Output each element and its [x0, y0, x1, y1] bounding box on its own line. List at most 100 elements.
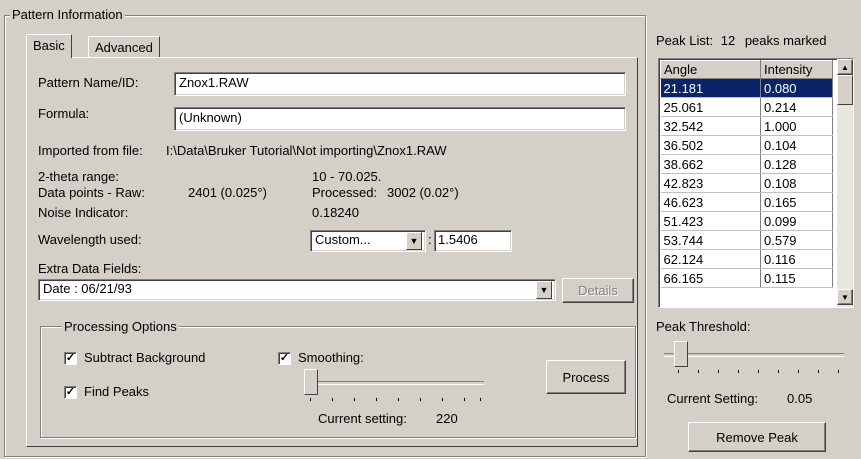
- peak-angle-cell: 25.061: [660, 97, 761, 117]
- subtract-background-checkbox[interactable]: ✓: [64, 352, 77, 365]
- scroll-up-button[interactable]: ▲: [837, 59, 853, 75]
- wavelength-dropdown-button[interactable]: ▼: [406, 232, 422, 250]
- peaks-marked-label: peaks marked: [744, 33, 827, 48]
- pattern-information-title: Pattern Information: [10, 7, 125, 22]
- peak-row[interactable]: 66.165 0.115: [660, 268, 833, 288]
- peak-count: 12: [720, 33, 736, 48]
- angle-column-header[interactable]: Angle: [660, 60, 761, 79]
- smoothing-tick: [310, 398, 311, 401]
- threshold-tick: [778, 370, 779, 373]
- chevron-down-icon: ▼: [409, 236, 419, 246]
- smoothing-slider-track: [304, 381, 484, 385]
- threshold-tick: [718, 370, 719, 373]
- scroll-down-button[interactable]: ▼: [837, 289, 853, 305]
- peak-angle-cell: 62.124: [660, 249, 761, 269]
- peak-row[interactable]: 38.662 0.128: [660, 154, 833, 174]
- peak-angle-cell: 66.165: [660, 268, 761, 288]
- noise-indicator-value: 0.18240: [312, 205, 359, 220]
- peak-row[interactable]: 21.181 0.080: [660, 78, 833, 98]
- formula-field[interactable]: (Unknown): [174, 107, 626, 131]
- threshold-current-label: Current Setting:: [667, 391, 759, 406]
- threshold-slider-thumb[interactable]: [674, 341, 688, 367]
- peak-row[interactable]: 46.623 0.165: [660, 192, 833, 212]
- threshold-tick: [798, 370, 799, 373]
- smoothing-tick: [480, 398, 481, 401]
- imported-from-value: I:\Data\Bruker Tutorial\Not importing\Zn…: [166, 143, 447, 158]
- smoothing-tick: [442, 398, 443, 401]
- data-points-label: Data points - Raw:: [38, 185, 145, 200]
- peak-row[interactable]: 51.423 0.099: [660, 211, 833, 231]
- smoothing-tick: [464, 398, 465, 401]
- peak-intensity-cell: 0.104: [760, 135, 833, 155]
- processing-options-title: Processing Options: [62, 319, 179, 334]
- subtract-background-label: Subtract Background: [84, 350, 206, 365]
- peak-intensity-cell: 1.000: [760, 116, 833, 136]
- peak-intensity-cell: 0.108: [760, 173, 833, 193]
- peak-list-header: Angle Intensity: [660, 60, 833, 79]
- tab-basic[interactable]: Basic: [26, 34, 72, 58]
- peak-row[interactable]: 36.502 0.104: [660, 135, 833, 155]
- threshold-tick: [678, 370, 679, 373]
- extra-data-select[interactable]: Date : 06/21/93: [38, 279, 556, 301]
- peak-list-label: Peak List: 12 peaks marked: [656, 33, 826, 49]
- intensity-column-header[interactable]: Intensity: [760, 60, 833, 79]
- extra-data-dropdown-button[interactable]: ▼: [536, 281, 552, 299]
- extra-data-select-value: Date : 06/21/93: [43, 281, 132, 296]
- peak-angle-cell: 53.744: [660, 230, 761, 250]
- imported-from-label: Imported from file:: [38, 143, 143, 158]
- current-setting-label: Current setting:: [318, 411, 407, 426]
- remove-peak-button[interactable]: Remove Peak: [688, 422, 826, 452]
- tab-advanced[interactable]: Advanced: [88, 36, 160, 58]
- two-theta-label: 2-theta range:: [38, 169, 119, 184]
- find-peaks-checkbox[interactable]: ✓: [64, 386, 77, 399]
- peak-intensity-cell: 0.099: [760, 211, 833, 231]
- peak-angle-cell: 51.423: [660, 211, 761, 231]
- smoothing-tick: [398, 398, 399, 401]
- process-button[interactable]: Process: [546, 360, 626, 394]
- peak-list-title: Peak List:: [656, 33, 714, 48]
- smoothing-tick: [332, 398, 333, 401]
- peak-row[interactable]: 42.823 0.108: [660, 173, 833, 193]
- chevron-up-icon: ▲: [841, 62, 849, 72]
- smoothing-tick: [354, 398, 355, 401]
- peak-intensity-cell: 0.165: [760, 192, 833, 212]
- smoothing-slider-thumb[interactable]: [304, 369, 318, 395]
- peak-intensity-cell: 0.080: [760, 78, 833, 98]
- pattern-name-field[interactable]: Znox1.RAW: [174, 72, 626, 96]
- wavelength-separator: :: [428, 232, 432, 247]
- threshold-tick: [838, 370, 839, 373]
- peak-intensity-cell: 0.214: [760, 97, 833, 117]
- peak-angle-cell: 38.662: [660, 154, 761, 174]
- chevron-down-icon: ▼: [841, 292, 849, 302]
- peak-angle-cell: 42.823: [660, 173, 761, 193]
- processed-label: Processed:: [312, 185, 378, 200]
- two-theta-value: 10 - 70.025.: [312, 169, 382, 184]
- peak-row[interactable]: 32.542 1.000: [660, 116, 833, 136]
- peak-row[interactable]: 53.744 0.579: [660, 230, 833, 250]
- peak-angle-cell: 21.181: [660, 78, 761, 98]
- wavelength-select-value: Custom...: [315, 232, 371, 247]
- peak-row[interactable]: 62.124 0.116: [660, 249, 833, 269]
- threshold-slider-track: [664, 353, 844, 357]
- noise-indicator-label: Noise Indicator:: [38, 205, 129, 220]
- smoothing-tick: [420, 398, 421, 401]
- formula-label: Formula:: [38, 106, 90, 121]
- peak-list-scrollbar[interactable]: ▲ ▼: [837, 59, 853, 307]
- smoothing-checkbox[interactable]: ✓: [278, 352, 291, 365]
- threshold-tick: [738, 370, 739, 373]
- peak-list-table-frame: Angle Intensity 21.181 0.080 25.061 0.214 32…: [658, 58, 854, 308]
- peak-intensity-cell: 0.579: [760, 230, 833, 250]
- processed-value: 3002 (0.02°): [387, 185, 459, 200]
- data-points-raw: 2401 (0.025°): [188, 185, 267, 200]
- extra-data-fields-label: Extra Data Fields:: [38, 261, 142, 276]
- peak-angle-cell: 46.623: [660, 192, 761, 212]
- find-peaks-label: Find Peaks: [84, 384, 150, 399]
- peak-row[interactable]: 25.061 0.214: [660, 97, 833, 117]
- details-button[interactable]: Details: [562, 278, 634, 303]
- current-setting-value: 220: [436, 411, 458, 426]
- scroll-thumb[interactable]: [837, 75, 853, 105]
- threshold-tick: [758, 370, 759, 373]
- threshold-tick: [818, 370, 819, 373]
- wavelength-field[interactable]: 1.5406: [434, 230, 512, 252]
- peak-angle-cell: 36.502: [660, 135, 761, 155]
